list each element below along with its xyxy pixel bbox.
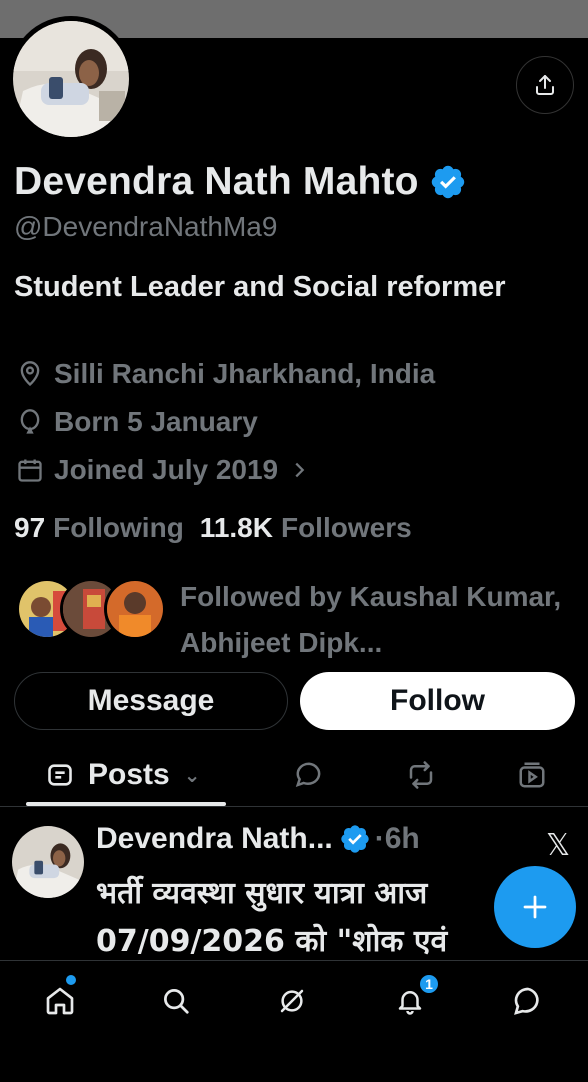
nav-grok[interactable] — [272, 981, 312, 1021]
calendar-icon — [18, 459, 42, 482]
home-notification-dot — [66, 975, 76, 985]
plus-icon — [523, 895, 547, 919]
birthday-text: Born 5 January — [54, 406, 258, 437]
profile-tabs: Posts ⌄ — [0, 750, 588, 808]
post-item[interactable]: Devendra Nath... ·6h 𝕏 भर्ती व्यवस्था सु… — [0, 808, 588, 958]
media-icon — [519, 762, 545, 788]
profile-bio: Student Leader and Social reformer — [14, 271, 506, 303]
tab-reposts[interactable] — [404, 750, 438, 800]
bottom-navigation: 1 — [0, 960, 588, 1082]
messages-icon — [514, 987, 539, 1015]
follow-counts: 97 Following 11.8K Followers — [14, 512, 412, 544]
divider — [0, 806, 588, 807]
profile-handle: @DevendraNathMa9 — [14, 211, 278, 242]
location-text: Silli Ranchi Jharkhand, India — [54, 358, 436, 389]
reposts-icon — [409, 761, 433, 789]
message-button[interactable]: Message — [14, 672, 288, 730]
replies-icon — [295, 762, 321, 787]
post-avatar[interactable] — [12, 826, 84, 898]
balloon-icon — [20, 409, 40, 434]
post-header: Devendra Nath... ·6h — [96, 822, 420, 856]
grok-icon — [280, 989, 304, 1013]
search-icon — [164, 989, 189, 1014]
tab-posts-label: Posts — [88, 758, 170, 791]
verified-badge-icon — [431, 165, 464, 199]
profile-avatar[interactable] — [8, 16, 134, 142]
tab-replies[interactable] — [294, 750, 324, 800]
joined-text: Joined July 2019 — [54, 454, 279, 485]
following-label[interactable]: Following — [53, 512, 184, 544]
home-icon — [46, 987, 74, 1015]
follower-avatar — [104, 578, 166, 640]
share-button[interactable] — [516, 56, 574, 114]
verified-badge-icon — [341, 825, 369, 853]
chevron-right-icon — [295, 462, 305, 478]
nav-search[interactable] — [156, 981, 196, 1021]
tab-posts[interactable]: Posts ⌄ — [46, 750, 200, 800]
following-count[interactable]: 97 — [14, 512, 45, 544]
post-timestamp: ·6h — [374, 822, 420, 855]
post-text: भर्ती व्यवस्था सुधार यात्रा आज 07/09/202… — [96, 876, 448, 958]
notification-badge: 1 — [418, 973, 440, 995]
chevron-down-icon: ⌄ — [183, 764, 201, 787]
nav-messages[interactable] — [508, 981, 548, 1021]
profile-name-row: Devendra Nath Mahto — [14, 160, 467, 204]
profile-name: Devendra Nath Mahto — [14, 160, 419, 203]
profile-location: Silli Ranchi Jharkhand, India — [16, 358, 435, 390]
post-author[interactable]: Devendra Nath... — [96, 822, 333, 856]
tab-media[interactable] — [516, 750, 548, 800]
x-logo-icon: 𝕏 — [546, 829, 571, 862]
posts-tab-icon — [48, 764, 72, 786]
nav-home[interactable] — [40, 981, 80, 1021]
profile-birthday: Born 5 January — [16, 406, 258, 438]
followed-by-section[interactable]: Followed by Kaushal Kumar, Abhijeet Dipk… — [16, 574, 576, 658]
profile-joined[interactable]: Joined July 2019 — [16, 454, 320, 486]
followed-by-text: Followed by Kaushal Kumar, Abhijeet Dipk… — [180, 581, 562, 658]
followers-count[interactable]: 11.8K — [200, 512, 273, 544]
location-icon — [20, 361, 40, 387]
followers-label[interactable]: Followers — [281, 512, 412, 544]
share-icon — [536, 75, 554, 95]
compose-fab[interactable] — [494, 866, 576, 948]
follow-button[interactable]: Follow — [300, 672, 575, 730]
